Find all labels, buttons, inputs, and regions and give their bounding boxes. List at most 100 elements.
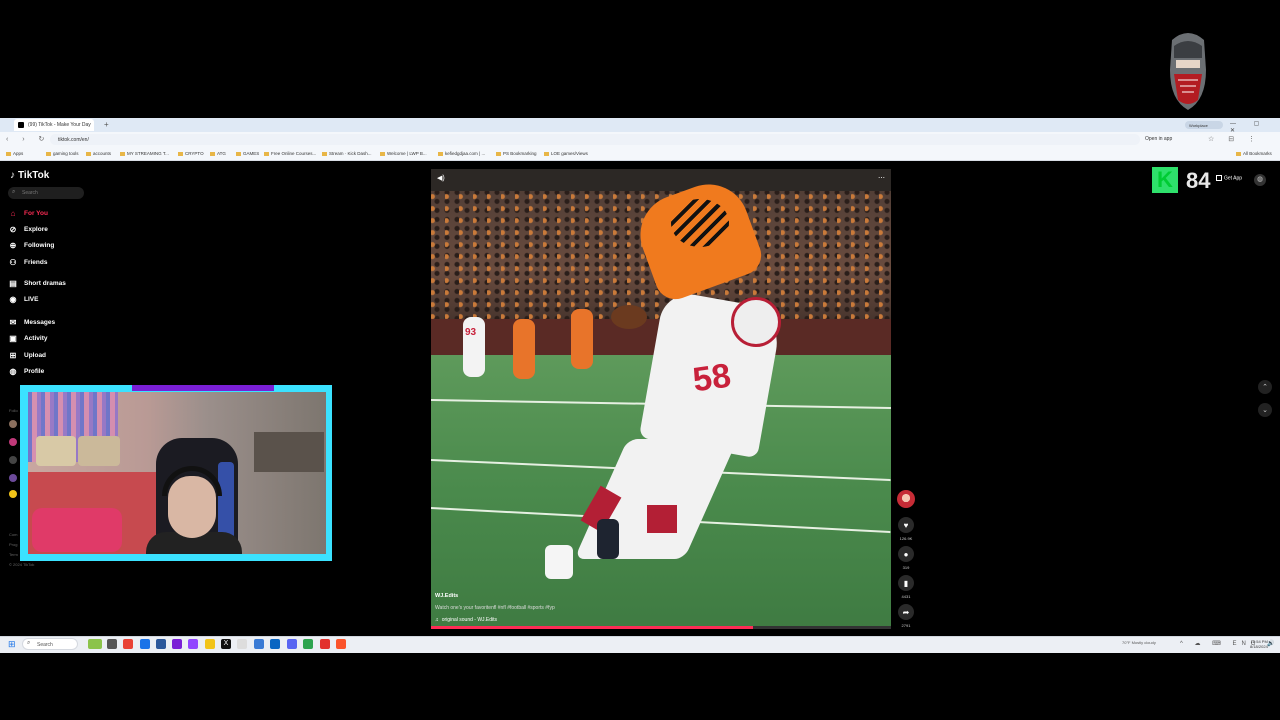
- twitch-icon[interactable]: [172, 639, 182, 649]
- app-icon[interactable]: [303, 639, 313, 649]
- nav-messages[interactable]: ✉ Messages: [8, 315, 55, 329]
- app-icon[interactable]: [254, 639, 264, 649]
- like-button[interactable]: ♥: [898, 517, 914, 533]
- taskbar-clock[interactable]: 10:54 PM 8/18/2024: [1250, 639, 1268, 649]
- app-icon[interactable]: [188, 639, 198, 649]
- bookmark-item[interactable]: Stream · Kick Dash...: [322, 151, 372, 156]
- nav-short-dramas[interactable]: ▤ Short dramas: [8, 276, 66, 290]
- app-icon[interactable]: [156, 639, 166, 649]
- following-avatar[interactable]: [9, 420, 17, 428]
- share-count: 2791: [901, 623, 911, 628]
- video-player[interactable]: 93 58: [431, 169, 891, 629]
- following-avatar[interactable]: [9, 490, 17, 498]
- bookmark-item[interactable]: LOE games/Views: [544, 151, 588, 156]
- nav-for-you[interactable]: ⌂ For You: [8, 206, 48, 220]
- webcam-shelf: [254, 432, 324, 472]
- footer-link[interactable]: Com: [9, 532, 17, 537]
- bookmark-item[interactable]: All Bookmarks: [1236, 151, 1272, 156]
- tiktok-favicon-icon: [18, 122, 24, 128]
- comment-icon: ●: [903, 549, 909, 559]
- volume-icon[interactable]: ◀): [437, 174, 445, 182]
- comment-count: 319: [902, 565, 910, 570]
- save-button[interactable]: ▮: [898, 575, 914, 591]
- bookmark-item[interactable]: GAMES: [236, 151, 259, 156]
- chevron-down-icon: ⌄: [1262, 407, 1268, 414]
- bookmark-item[interactable]: kefiedgdjaa.com | ...: [438, 151, 485, 156]
- kick-logo-icon: K: [1152, 167, 1178, 193]
- footer-link[interactable]: Term: [9, 552, 18, 557]
- nav-friends[interactable]: ⚇ Friends: [8, 255, 47, 269]
- nav-upload[interactable]: ⊞ Upload: [8, 348, 46, 362]
- bookmark-item[interactable]: CRYPTO: [178, 151, 204, 156]
- get-app-button[interactable]: Get App: [1216, 175, 1242, 181]
- bookmark-item[interactable]: MY STREAMING T...: [120, 151, 169, 156]
- video-sound-label: original sound - WJ.Edits: [441, 617, 498, 623]
- discord-icon[interactable]: [287, 639, 297, 649]
- get-app-label: Get App: [1224, 175, 1243, 182]
- taskbar-widget-icon[interactable]: [88, 639, 102, 649]
- video-jersey-number-58: 58: [690, 356, 734, 400]
- nav-activity[interactable]: ▣ Activity: [8, 331, 47, 345]
- nav-explore[interactable]: ⊘ Explore: [8, 222, 48, 236]
- video-author[interactable]: WJ.Edits: [435, 593, 458, 599]
- copyright: © 2024 TikTok: [9, 562, 35, 567]
- app-icon[interactable]: [320, 639, 330, 649]
- browser-tab[interactable]: (99) TikTok - Make Your Day: [14, 119, 94, 131]
- browser-toolbar-icons[interactable]: ☆ ⊟ ⋮: [1208, 135, 1261, 143]
- app-icon[interactable]: [237, 639, 247, 649]
- heart-icon: ♥: [903, 520, 909, 530]
- brave-icon[interactable]: [336, 639, 346, 649]
- browser-nav-buttons[interactable]: ‹ › ↻: [6, 135, 50, 143]
- chrome-icon[interactable]: [123, 639, 133, 649]
- bookmark-item[interactable]: PS Bookmarking: [496, 151, 537, 156]
- linkedin-icon[interactable]: [270, 639, 280, 649]
- open-in-app-button[interactable]: Open in app: [1145, 136, 1172, 142]
- video-football: [611, 305, 647, 329]
- comment-button[interactable]: ●: [898, 546, 914, 562]
- taskbar-weather[interactable]: 70°F Mostly cloudy: [1122, 640, 1156, 645]
- following-avatar[interactable]: [9, 438, 17, 446]
- video-cleat: [597, 519, 619, 559]
- tiktok-note-icon: ♪: [10, 170, 15, 181]
- video-jersey-number: 93: [465, 327, 477, 338]
- nav-label: Profile: [24, 367, 45, 375]
- search-input[interactable]: ⌕ Search: [8, 187, 84, 199]
- bookmark-item[interactable]: Free Online Courses...: [264, 151, 316, 156]
- nav-label: Short dramas: [24, 279, 66, 287]
- new-tab-button[interactable]: +: [104, 120, 109, 129]
- browser-tab-title: (99) TikTok - Make Your Day: [28, 122, 91, 128]
- windows-start-icon[interactable]: ⊞: [8, 639, 18, 649]
- nav-profile[interactable]: ◍ Profile: [8, 364, 45, 378]
- browser-profile-chip[interactable]: Workplace: [1185, 121, 1223, 129]
- task-view-icon[interactable]: [107, 639, 117, 649]
- save-count: 4431: [901, 594, 911, 599]
- webcam-pillow: [36, 436, 76, 466]
- user-avatar[interactable]: ◍: [1254, 174, 1266, 186]
- previous-video-button[interactable]: ⌃: [1258, 380, 1272, 394]
- bookmark-item[interactable]: ATG: [210, 151, 226, 156]
- bookmark-item[interactable]: accounts: [86, 151, 111, 156]
- taskbar-search[interactable]: ⌕ Search: [22, 638, 78, 650]
- nav-following[interactable]: ⊕ Following: [8, 238, 55, 252]
- friends-icon: ⚇: [9, 257, 17, 267]
- following-avatar[interactable]: [9, 456, 17, 464]
- file-explorer-icon[interactable]: [205, 639, 215, 649]
- creator-avatar[interactable]: [897, 490, 915, 508]
- following-avatar[interactable]: [9, 474, 17, 482]
- footer-link[interactable]: Prog: [9, 542, 17, 547]
- bookmark-item[interactable]: Welcome | LWP B...: [380, 151, 427, 156]
- video-sound[interactable]: ♫ original sound - WJ.Edits: [435, 617, 497, 623]
- music-icon: ♫: [435, 617, 439, 623]
- tiktok-logo-text: TikTok: [18, 170, 50, 181]
- more-options-icon[interactable]: ⋯: [878, 174, 885, 182]
- x-icon[interactable]: X: [221, 639, 231, 649]
- bookmark-item[interactable]: gaming tools: [46, 151, 79, 156]
- tiktok-logo[interactable]: ♪ TikTok: [10, 170, 49, 181]
- clock-date: 8/18/2024: [1250, 644, 1268, 649]
- bookmark-item[interactable]: Apps: [6, 151, 23, 156]
- share-button[interactable]: ➦: [898, 604, 914, 620]
- nav-live[interactable]: ◉ LIVE: [8, 292, 39, 306]
- url-input[interactable]: tiktok.com/en/: [50, 134, 1140, 145]
- next-video-button[interactable]: ⌄: [1258, 403, 1272, 417]
- edge-icon[interactable]: [140, 639, 150, 649]
